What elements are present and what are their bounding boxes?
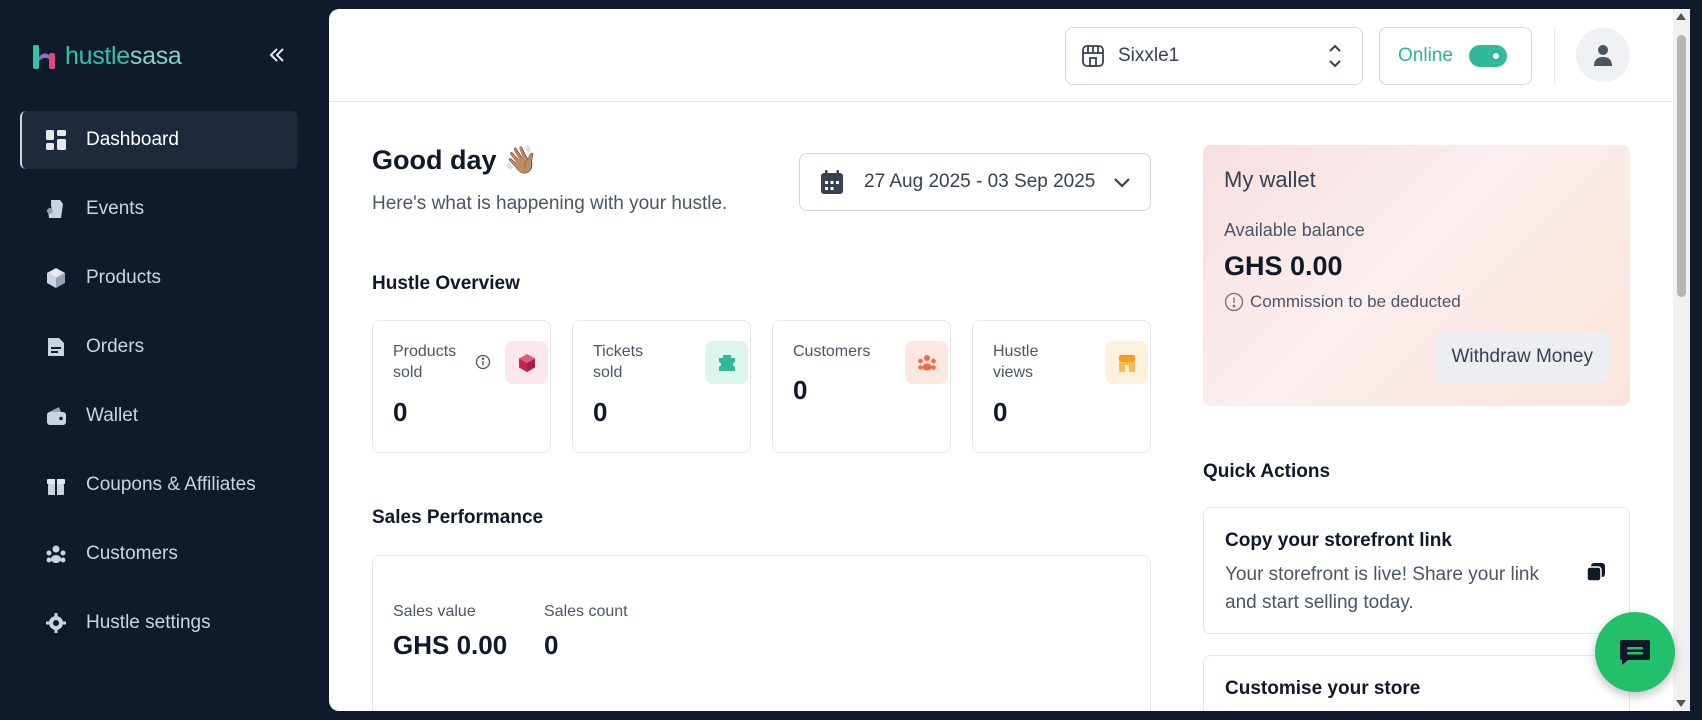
- store-name: Sixxle1: [1118, 45, 1180, 66]
- sidebar-item-label: Orders: [86, 336, 145, 357]
- logo-text: hustlesasa: [65, 42, 182, 70]
- avatar[interactable]: [1576, 28, 1630, 82]
- stat-label: Customers: [793, 343, 871, 360]
- sidebar-item-orders[interactable]: Orders: [20, 318, 298, 376]
- stat-value: 0: [993, 397, 1008, 427]
- logo-mark-icon: [33, 44, 55, 69]
- stat-value: 0: [793, 375, 808, 405]
- online-status-label: Online: [1398, 45, 1453, 66]
- scrollbar[interactable]: [1673, 9, 1690, 711]
- scroll-up-arrow-icon[interactable]: [1676, 13, 1686, 20]
- commission-text: Commission to be deducted: [1250, 292, 1461, 311]
- stat-card-hustle-views: Hustle views 0: [972, 320, 1151, 453]
- orders-icon: [44, 335, 68, 359]
- toggle-switch[interactable]: [1468, 45, 1507, 67]
- collapse-sidebar-button[interactable]: [264, 42, 290, 68]
- box-icon: [44, 266, 68, 290]
- date-range-picker[interactable]: 27 Aug 2025 - 03 Sep 2025: [799, 153, 1151, 211]
- sales-value: GHS 0.00: [393, 630, 508, 660]
- sidebar-item-label: Customers: [86, 543, 178, 564]
- info-icon[interactable]: [475, 354, 491, 370]
- double-chevron-left-icon: [269, 48, 284, 62]
- ticket-icon: [705, 341, 748, 384]
- sidebar-item-events[interactable]: Events: [20, 180, 298, 238]
- sidebar-item-label: Dashboard: [86, 129, 179, 150]
- copy-storefront-link-card[interactable]: Copy your storefront link Your storefron…: [1203, 507, 1630, 634]
- sales-performance-title: Sales Performance: [372, 507, 544, 528]
- sales-value-label: Sales value: [393, 603, 476, 620]
- sidebar-nav: Dashboard Events Products Orders Wallet: [20, 111, 298, 663]
- user-icon: [1594, 45, 1612, 66]
- stat-label: Products sold: [393, 343, 457, 381]
- stat-value: 0: [593, 397, 608, 427]
- quick-actions-title: Quick Actions: [1203, 461, 1331, 482]
- customers-icon: [905, 341, 948, 384]
- date-range-value: 27 Aug 2025 - 03 Sep 2025: [864, 171, 1096, 192]
- gift-icon: [44, 473, 68, 497]
- sidebar-item-products[interactable]: Products: [20, 249, 298, 307]
- calendar-icon: [821, 170, 843, 194]
- copy-icon[interactable]: [1585, 561, 1607, 583]
- sales-count: 0: [544, 630, 559, 660]
- sidebar-item-dashboard[interactable]: Dashboard: [20, 111, 298, 169]
- commission-note: Commission to be deducted: [1224, 292, 1461, 312]
- dashboard-icon: [44, 128, 68, 152]
- stat-card-products-sold: Products sold 0: [372, 320, 551, 453]
- sidebar: hustlesasa Dashboard Events Products Ord…: [0, 0, 329, 720]
- customise-store-card[interactable]: Customise your store: [1203, 655, 1630, 711]
- sidebar-item-label: Hustle settings: [86, 612, 211, 633]
- chevron-up-down-icon: [1329, 44, 1341, 68]
- stat-value: 0: [393, 397, 408, 427]
- events-icon: [44, 197, 68, 221]
- customers-icon: [44, 542, 68, 566]
- sidebar-item-label: Wallet: [86, 405, 139, 426]
- chat-button[interactable]: [1595, 612, 1675, 692]
- sales-count-label: Sales count: [544, 603, 628, 620]
- store-selector[interactable]: Sixxle1: [1065, 27, 1363, 85]
- stat-label: Tickets sold: [593, 343, 644, 381]
- store-icon: [1082, 45, 1104, 67]
- stat-card-tickets-sold: Tickets sold 0: [572, 320, 751, 453]
- stat-card-customers: Customers 0: [772, 320, 951, 453]
- wallet-icon: [44, 404, 68, 428]
- hustle-overview-title: Hustle Overview: [372, 273, 520, 294]
- wallet-title: My wallet: [1224, 167, 1316, 192]
- sales-performance-card: Sales value GHS 0.00 Sales count 0: [372, 555, 1151, 711]
- info-icon: [1224, 292, 1244, 312]
- topbar-divider: [1554, 29, 1555, 83]
- topbar: Sixxle1 Online: [329, 9, 1673, 102]
- sidebar-item-wallet[interactable]: Wallet: [20, 387, 298, 445]
- sidebar-item-customers[interactable]: Customers: [20, 525, 298, 583]
- wallet-balance: GHS 0.00: [1224, 251, 1343, 281]
- chevron-down-icon: [1114, 178, 1130, 188]
- available-balance-label: Available balance: [1224, 220, 1365, 240]
- scroll-down-arrow-icon[interactable]: [1676, 700, 1686, 707]
- quick-action-title: Customise your store: [1225, 678, 1421, 699]
- chat-bubble-icon: [1620, 640, 1650, 665]
- logo[interactable]: hustlesasa: [31, 42, 182, 71]
- quick-action-desc: Your storefront is live! Share your link…: [1225, 564, 1540, 613]
- sidebar-item-label: Events: [86, 198, 145, 219]
- greeting-title: Good day 👋🏽: [372, 145, 538, 175]
- sidebar-item-label: Products: [86, 267, 161, 288]
- greeting-subtitle: Here's what is happening with your hustl…: [372, 193, 728, 214]
- sidebar-item-hustle-settings[interactable]: Hustle settings: [20, 594, 298, 652]
- wallet-card: My wallet Available balance GHS 0.00 Com…: [1203, 145, 1630, 406]
- stat-label: Hustle views: [993, 343, 1039, 381]
- main-panel: Sixxle1 Online Good day 👋🏽 Here's what i…: [329, 9, 1673, 711]
- quick-action-title: Copy your storefront link: [1225, 530, 1452, 551]
- storefront-icon: [1105, 341, 1148, 384]
- sidebar-item-coupons-affiliates[interactable]: Coupons & Affiliates: [20, 456, 298, 514]
- sidebar-item-label: Coupons & Affiliates: [86, 474, 256, 495]
- withdraw-money-button[interactable]: Withdraw Money: [1435, 331, 1609, 383]
- box-icon: [505, 341, 548, 384]
- online-status-toggle[interactable]: Online: [1379, 27, 1532, 85]
- gear-icon: [44, 611, 68, 635]
- scrollbar-thumb[interactable]: [1677, 35, 1686, 297]
